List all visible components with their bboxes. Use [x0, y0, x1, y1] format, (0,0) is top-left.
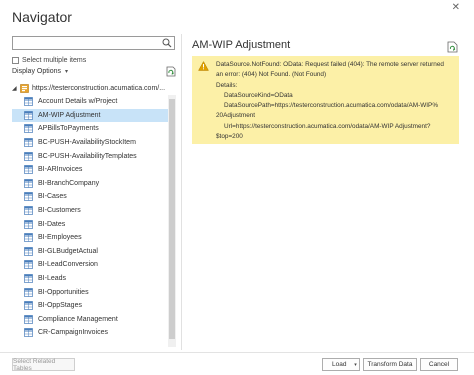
tree-item[interactable]: BC-PUSH-AvailabilityTemplates	[12, 149, 168, 163]
window-title: Navigator	[12, 9, 72, 25]
tree-item-label: BI-LeadConversion	[38, 261, 98, 269]
table-icon	[24, 192, 33, 202]
error-line-1: DataSource.NotFound: OData: Request fail…	[216, 61, 444, 68]
tree-item-label: BI-ARInvoices	[38, 166, 83, 174]
tree-item[interactable]: CR-CampaignInvoices	[12, 326, 168, 340]
tree-item[interactable]: BC-PUSH-AvailabilityStockItem	[12, 136, 168, 150]
tree-item-label: CR-CampaignInvoices	[38, 329, 109, 337]
tree-item[interactable]: BI-BranchCompany	[12, 177, 168, 191]
tree-item[interactable]: BI-ARInvoices	[12, 163, 168, 177]
tree-item[interactable]: Compliance Management	[12, 313, 168, 327]
tree-item-label: Compliance Management	[38, 315, 118, 323]
tree-scrollbar[interactable]	[168, 95, 176, 347]
export-preview-icon[interactable]	[447, 41, 458, 53]
tree-item[interactable]: BI-Customers	[12, 204, 168, 218]
error-line-5: DataSourcePath=https://testerconstructio…	[224, 102, 439, 110]
search-box[interactable]	[12, 36, 175, 50]
table-icon	[24, 165, 33, 175]
table-icon	[24, 287, 33, 297]
tree-item-list: Account Details w/Project AM-WIP Adjustme…	[12, 95, 168, 340]
preview-title: AM-WIP Adjustment	[192, 39, 291, 51]
error-line-3: Details:	[216, 81, 238, 89]
footer-bar: Select Related Tables Load ▾ Transform D…	[0, 352, 474, 375]
pane-divider	[181, 34, 182, 350]
table-icon	[24, 124, 33, 134]
tree-item-label: BI-Opportunities	[38, 288, 89, 296]
table-icon	[24, 138, 33, 147]
tree-item-label: BI-Employees	[38, 234, 82, 242]
warning-icon	[198, 61, 209, 71]
load-dropdown-icon[interactable]: ▾	[351, 358, 360, 371]
display-options-label: Display Options	[12, 68, 62, 75]
table-icon	[24, 151, 33, 161]
error-line-2: an error: (404) Not Found. (Not Found)	[216, 71, 327, 79]
tree-item-label: BI-Leads	[38, 275, 67, 283]
tree-item-label: AM-WIP Adjustment	[38, 111, 101, 119]
error-line-7: Url=https://testerconstruction.acumatica…	[224, 122, 431, 130]
select-multiple-checkbox[interactable]	[12, 56, 19, 64]
table-icon	[24, 219, 33, 229]
tree-item-label: BI-GLBudgetActual	[38, 247, 98, 255]
collapse-icon[interactable]: ◢	[12, 85, 20, 92]
tree-item[interactable]: BI-Dates	[12, 217, 168, 231]
table-icon	[24, 111, 33, 120]
table-icon	[24, 328, 33, 338]
scroll-thumb[interactable]	[169, 99, 175, 339]
error-line-4: DataSourceKind=OData	[224, 91, 293, 99]
select-multiple-label: Select multiple items	[22, 56, 87, 64]
select-related-tables-button[interactable]: Select Related Tables	[12, 358, 75, 372]
tree-item[interactable]: BI-OppStages	[12, 299, 168, 313]
tree-item-label: BC-PUSH-AvailabilityTemplates	[38, 152, 137, 160]
chevron-down-icon: ▾	[65, 69, 69, 75]
tree-item-label: Account Details w/Project	[38, 98, 118, 106]
tree-item[interactable]: AM-WIP Adjustment	[12, 108, 168, 123]
tree-item-label: BI-Customers	[38, 207, 81, 215]
select-multiple-row[interactable]: Select multiple items	[12, 55, 86, 65]
tree-item[interactable]: BI-LeadConversion	[12, 258, 168, 272]
table-icon	[24, 97, 33, 107]
tree-item[interactable]: BI-Employees	[12, 231, 168, 245]
table-icon	[24, 246, 33, 256]
navigator-tree: ◢ https://testerconstruction.acumatica.c…	[12, 82, 177, 348]
error-line-8: $top=200	[216, 133, 243, 141]
table-icon	[24, 301, 33, 311]
table-icon	[24, 233, 33, 243]
table-icon	[24, 206, 33, 215]
table-icon	[24, 274, 33, 283]
tree-item-label: BI-BranchCompany	[38, 179, 100, 187]
table-icon	[24, 260, 33, 270]
transform-data-button[interactable]: Transform Data	[363, 358, 417, 371]
close-button[interactable]: ✕	[452, 2, 460, 13]
load-label: Load	[332, 361, 347, 368]
refresh-icon[interactable]	[166, 66, 176, 77]
search-icon[interactable]	[162, 38, 172, 48]
tree-item-label: BI-Cases	[38, 193, 67, 201]
tree-root-label: https://testerconstruction.acumatica.com…	[32, 84, 166, 92]
tree-item[interactable]: BI-Leads	[12, 272, 168, 286]
tree-item-label: APBillsToPayments	[38, 125, 99, 133]
table-icon	[24, 314, 33, 324]
table-icon	[24, 179, 33, 188]
error-line-6: 20Adjustment	[216, 112, 256, 120]
tree-item[interactable]: BI-Opportunities	[12, 285, 168, 299]
odata-feed-icon	[20, 83, 29, 93]
tree-item-label: BI-OppStages	[38, 302, 82, 310]
tree-item[interactable]: APBillsToPayments	[12, 122, 168, 136]
display-options-dropdown[interactable]: Display Options ▾	[12, 68, 68, 75]
error-message-box: DataSource.NotFound: OData: Request fail…	[192, 56, 459, 144]
tree-item[interactable]: BI-Cases	[12, 190, 168, 204]
tree-item-label: BC-PUSH-AvailabilityStockItem	[38, 139, 136, 147]
tree-item[interactable]: BI-GLBudgetActual	[12, 245, 168, 259]
search-input[interactable]	[13, 37, 158, 49]
tree-item[interactable]: Account Details w/Project	[12, 95, 168, 109]
tree-item-label: BI-Dates	[38, 220, 66, 228]
tree-root-node[interactable]: ◢ https://testerconstruction.acumatica.c…	[12, 82, 165, 94]
title-bar: Navigator ✕	[0, 0, 474, 34]
cancel-button[interactable]: Cancel	[420, 358, 458, 371]
